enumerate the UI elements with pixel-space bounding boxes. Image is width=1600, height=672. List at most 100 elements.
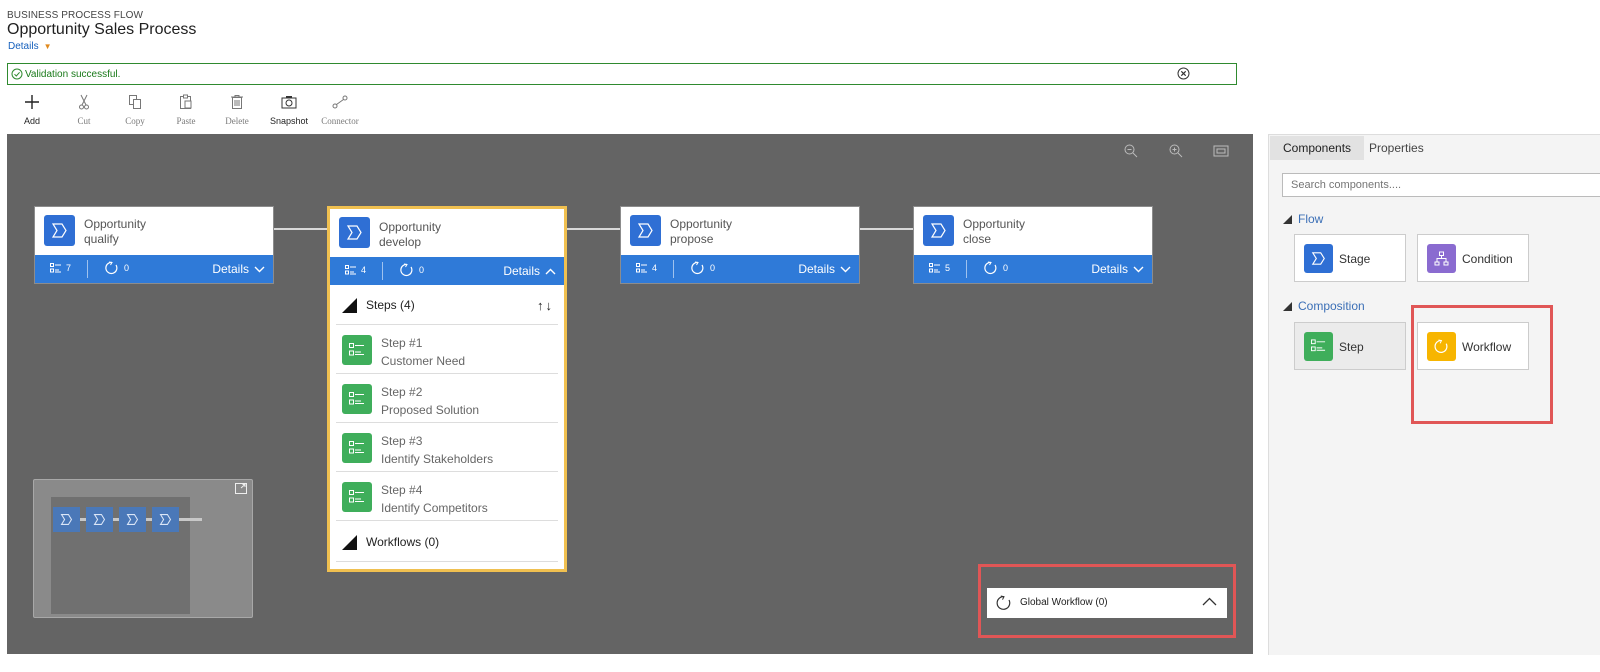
steps-header-label: Steps (4) <box>366 298 415 312</box>
workflows-count: 0 <box>124 263 130 273</box>
fit-to-screen-icon[interactable] <box>1213 144 1229 158</box>
step-name: Identify Stakeholders <box>381 452 494 466</box>
step-item[interactable]: Step #1 Customer Need <box>336 325 558 374</box>
snapshot-button[interactable]: Snapshot <box>267 92 311 126</box>
designer-canvas[interactable]: Opportunity qualify 7 0 Details Opportuni… <box>7 134 1253 654</box>
plus-icon <box>25 95 39 109</box>
delete-button[interactable]: Delete <box>215 92 259 126</box>
global-workflow-label: Global Workflow (0) <box>1020 597 1108 608</box>
workflow-icon <box>105 261 118 275</box>
paste-button[interactable]: Paste <box>164 92 208 126</box>
connector-line <box>860 228 915 230</box>
sort-arrows-icon[interactable]: ↑↓ <box>537 298 554 313</box>
details-link-label: Details <box>8 41 39 52</box>
add-button[interactable]: Add <box>10 92 54 126</box>
search-components-input[interactable] <box>1282 173 1600 197</box>
stage-icon <box>923 215 954 246</box>
stage-name-line2: close <box>963 232 992 246</box>
collapse-triangle-icon <box>1283 301 1292 311</box>
stage-component[interactable]: Stage <box>1294 234 1406 282</box>
stage-details-toggle[interactable]: Details <box>503 264 556 278</box>
step-icon <box>1304 332 1333 361</box>
collapse-triangle-icon <box>342 298 357 313</box>
chevron-down-icon <box>254 266 265 272</box>
stage-name-line1: Opportunity <box>379 220 442 234</box>
paste-icon <box>180 94 192 109</box>
details-label: Details <box>503 264 540 278</box>
workflow-icon <box>400 263 413 277</box>
minimap-stage <box>119 507 146 532</box>
stage-icon <box>44 215 75 246</box>
cut-label: Cut <box>77 116 91 126</box>
composition-section-header[interactable]: Composition <box>1283 299 1365 313</box>
chevron-up-icon[interactable] <box>1202 597 1217 606</box>
minimap-stage <box>53 507 80 532</box>
steps-count: 7 <box>66 263 72 273</box>
steps-section-header[interactable]: Steps (4) ↑↓ <box>336 285 558 325</box>
components-panel: Components Properties Flow Stage Conditi… <box>1268 134 1600 655</box>
steps-count: 4 <box>361 265 367 275</box>
expand-minimap-icon[interactable] <box>235 483 247 494</box>
stage-component-label: Stage <box>1339 252 1371 266</box>
stage-details-toggle[interactable]: Details <box>212 262 265 276</box>
connector-button[interactable]: Connector <box>318 92 362 126</box>
stage-name-line1: Opportunity <box>84 217 147 231</box>
workflows-count: 0 <box>1003 263 1009 273</box>
copy-icon <box>129 95 141 109</box>
condition-icon <box>1427 244 1456 273</box>
page-subtitle: BUSINESS PROCESS FLOW <box>7 10 144 21</box>
steps-count: 4 <box>652 263 658 273</box>
chevron-down-icon: ▼ <box>43 42 52 51</box>
stage-name-line2: qualify <box>84 232 119 246</box>
step-item[interactable]: Step #3 Identify Stakeholders <box>336 423 558 472</box>
add-label: Add <box>23 116 40 126</box>
workflows-count: 0 <box>419 265 425 275</box>
details-label: Details <box>1091 262 1128 276</box>
chevron-down-icon <box>1133 266 1144 272</box>
global-workflow-bar[interactable]: Global Workflow (0) <box>987 588 1227 618</box>
step-number: Step #4 <box>381 483 423 497</box>
steps-count: 5 <box>945 263 951 273</box>
stage-close[interactable]: Opportunity close 5 0 Details <box>913 206 1153 284</box>
stage-name-line1: Opportunity <box>963 217 1026 231</box>
stage-develop[interactable]: Opportunity develop 4 0 Details Steps (4)… <box>327 206 567 572</box>
workflows-count: 0 <box>710 263 716 273</box>
step-number: Step #3 <box>381 434 423 448</box>
composition-section-label: Composition <box>1298 299 1365 313</box>
close-icon[interactable] <box>1177 67 1190 80</box>
step-item[interactable]: Step #4 Identify Competitors <box>336 472 558 521</box>
tab-properties[interactable]: Properties <box>1356 136 1437 160</box>
workflow-icon <box>996 595 1011 610</box>
minimap-stage <box>152 507 179 532</box>
details-link[interactable]: Details ▼ <box>8 41 52 52</box>
zoom-out-icon[interactable] <box>1124 144 1138 158</box>
stage-details-toggle[interactable]: Details <box>798 262 851 276</box>
workflow-component-highlight <box>1411 305 1553 424</box>
cut-button[interactable]: Cut <box>62 92 106 126</box>
step-name: Identify Competitors <box>381 501 488 515</box>
step-name: Proposed Solution <box>381 403 480 417</box>
validation-message: Validation successful. <box>25 69 121 80</box>
flow-section-label: Flow <box>1298 212 1324 226</box>
minimap[interactable] <box>33 479 253 618</box>
stage-qualify[interactable]: Opportunity qualify 7 0 Details <box>34 206 274 284</box>
zoom-in-icon[interactable] <box>1169 144 1183 158</box>
delete-label: Delete <box>225 116 249 126</box>
step-item[interactable]: Step #2 Proposed Solution <box>336 374 558 423</box>
steps-icon <box>50 263 61 273</box>
workflows-section-header[interactable]: Workflows (0) <box>336 521 558 562</box>
flow-section-header[interactable]: Flow <box>1283 212 1323 226</box>
condition-component[interactable]: Condition <box>1417 234 1529 282</box>
stage-name-line2: develop <box>379 235 422 249</box>
validation-bar: Validation successful. <box>7 63 1237 85</box>
step-name: Customer Need <box>381 354 466 368</box>
step-component-label: Step <box>1339 340 1364 354</box>
stage-details-toggle[interactable]: Details <box>1091 262 1144 276</box>
copy-button[interactable]: Copy <box>113 92 157 126</box>
connector-label: Connector <box>321 116 359 126</box>
camera-icon <box>281 96 297 109</box>
step-component[interactable]: Step <box>1294 322 1406 370</box>
tab-components[interactable]: Components <box>1270 136 1365 160</box>
page-title: Opportunity Sales Process <box>7 21 197 38</box>
stage-propose[interactable]: Opportunity propose 4 0 Details <box>620 206 860 284</box>
